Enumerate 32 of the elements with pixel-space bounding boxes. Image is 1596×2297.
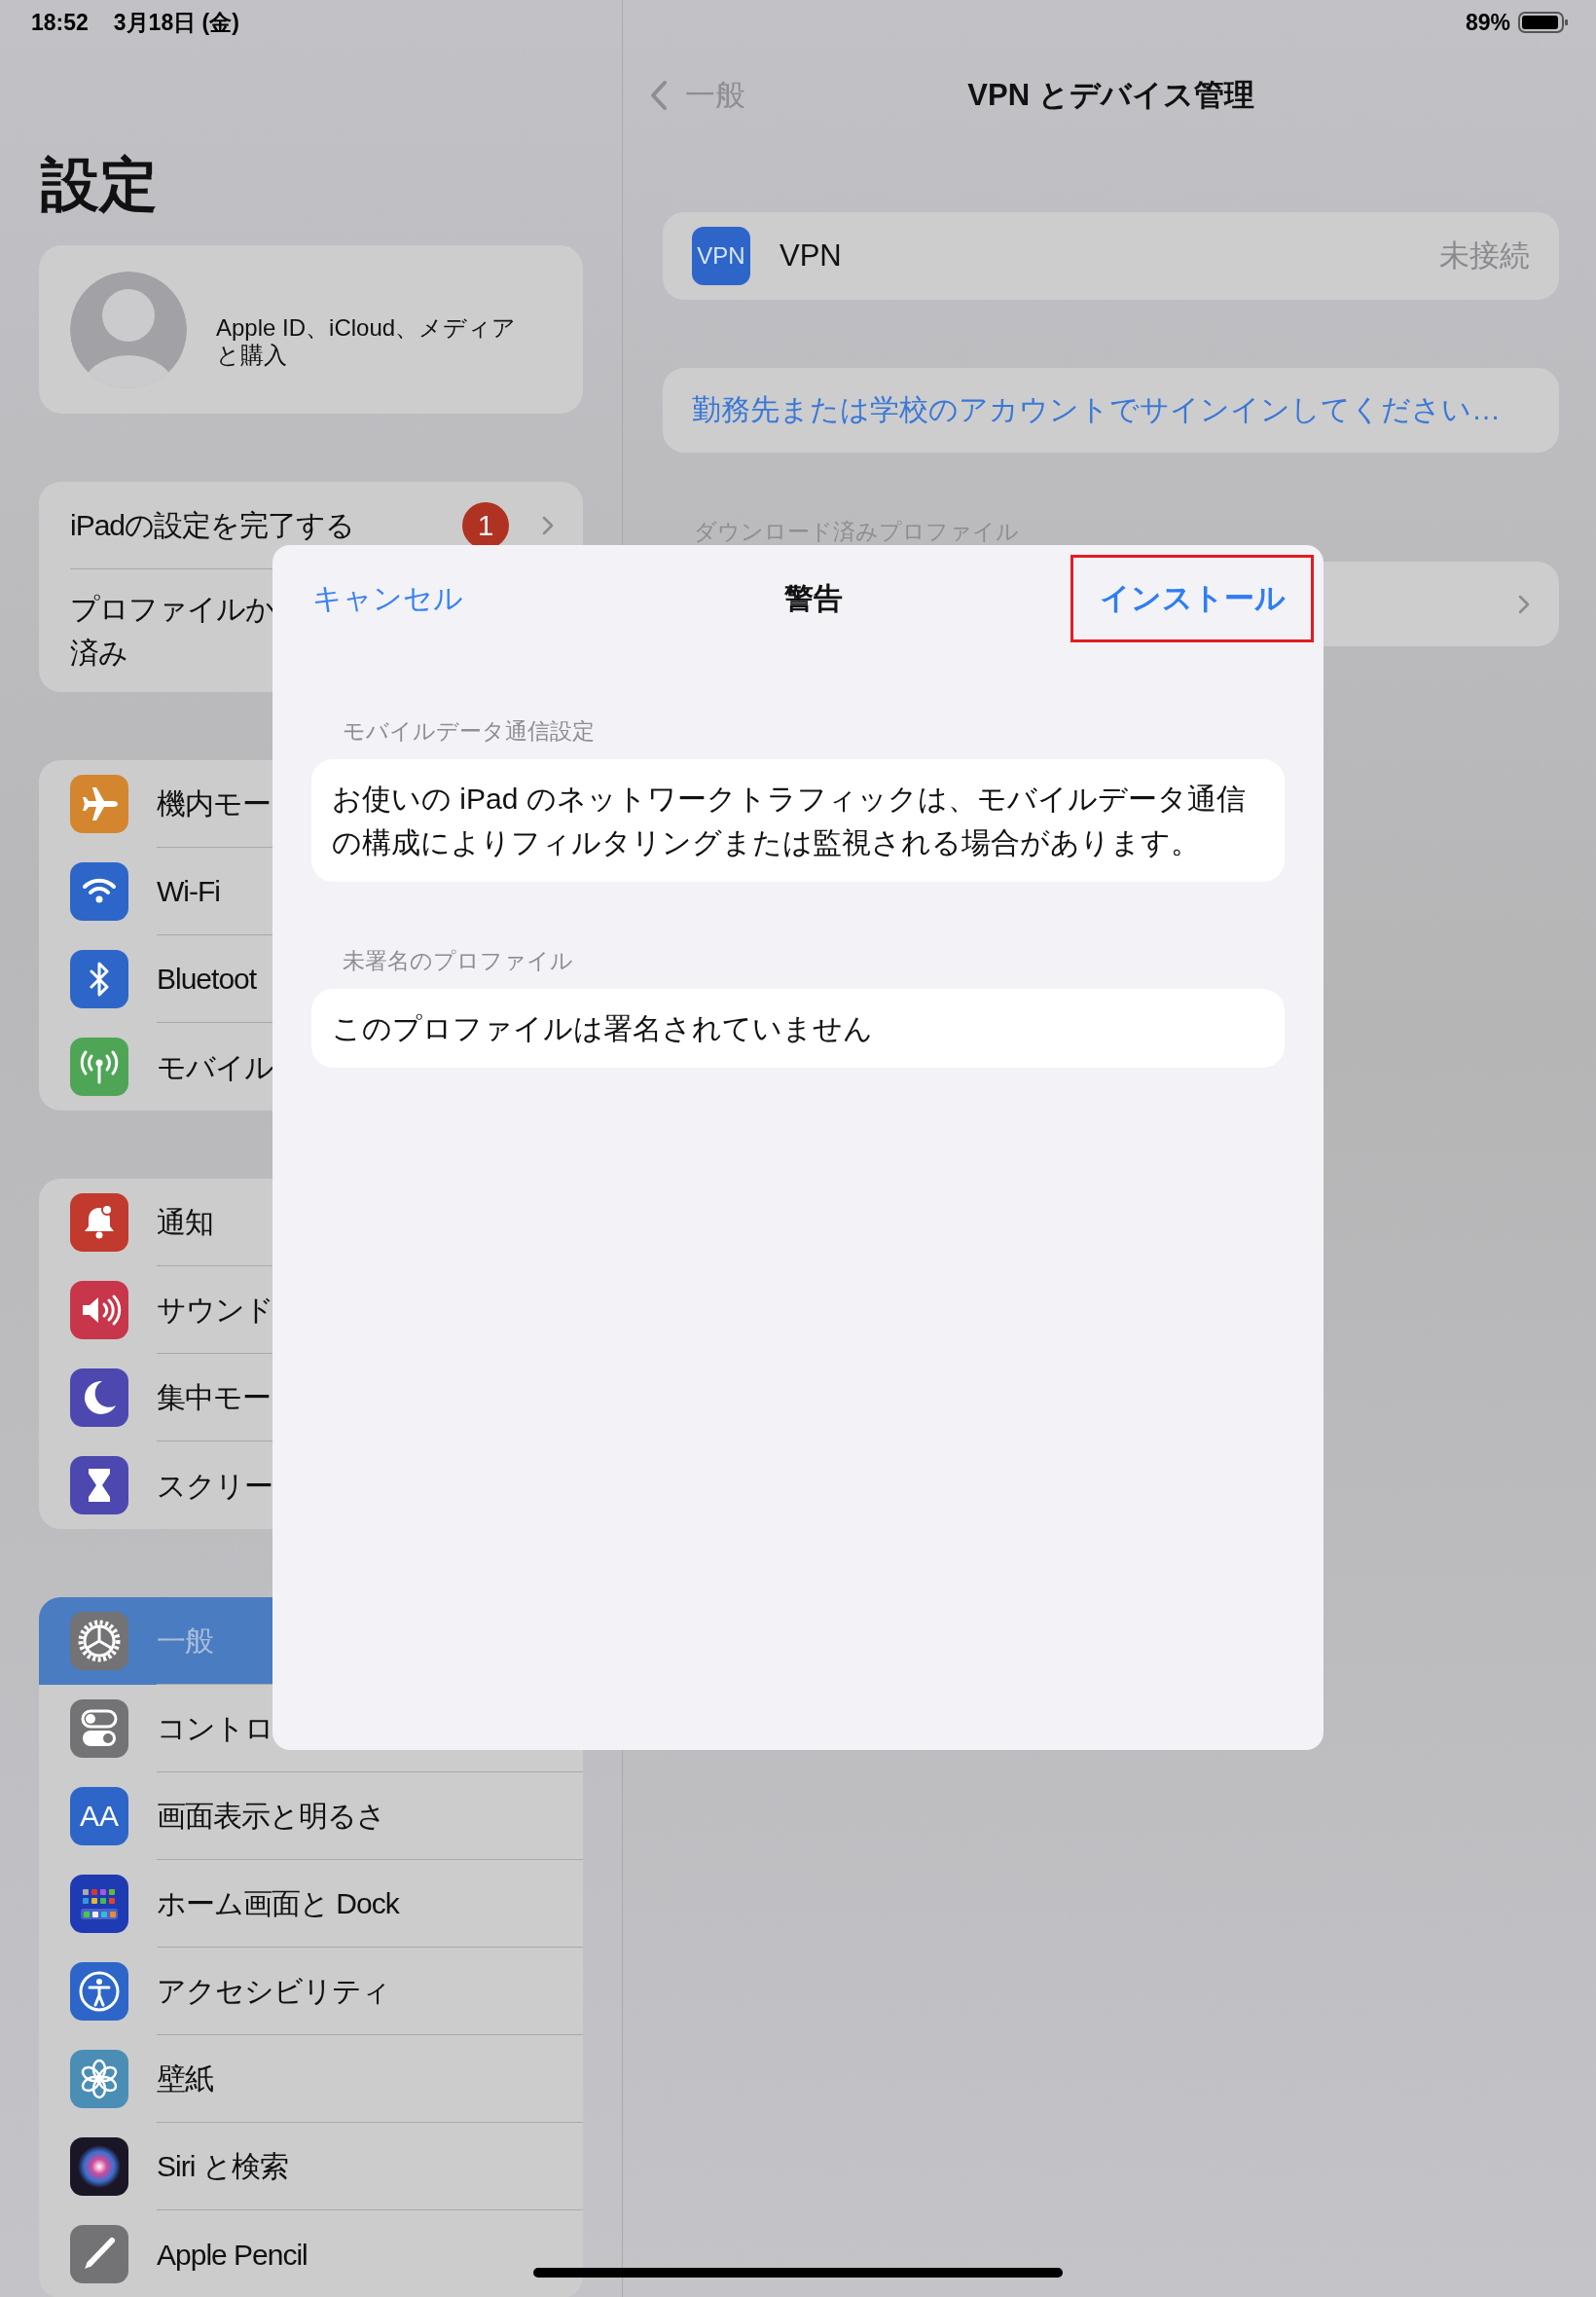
status-time: 18:52	[31, 9, 89, 36]
text-size-logo: AA	[70, 1787, 128, 1845]
row-label: ホーム画面と Dock	[157, 1886, 399, 1921]
row-label: Siri と検索	[157, 2149, 288, 2184]
battery-percent: 89%	[1465, 9, 1510, 36]
sheet-title: 警告	[783, 580, 843, 616]
row-label: アクセシビリティ	[157, 1974, 390, 2009]
row-label: Wi-Fi	[157, 874, 220, 909]
row-label: 機内モー	[157, 786, 271, 821]
warning-text: このプロファイルは署名されていません	[311, 989, 1285, 1068]
row-label: 一般	[157, 1623, 213, 1659]
row-label: 画面表示と明るさ	[157, 1799, 385, 1834]
section-header: 未署名のプロファイル	[343, 947, 574, 975]
row-label: スクリー	[157, 1468, 272, 1504]
row-label: コントロ	[157, 1711, 273, 1746]
row-label: iPadの設定を完了する	[70, 508, 355, 543]
row-label: VPN	[780, 238, 842, 273]
row-label: 通知	[157, 1205, 213, 1240]
row-label: 壁紙	[157, 2061, 213, 2096]
vpn-logo: VPN	[692, 227, 750, 285]
row-label: サウンド	[157, 1293, 273, 1328]
warning-text: お使いの iPad のネットワークトラフィックは、モバイルデータ通信の構成によりフィルタリングまたは監視される場合があります。	[311, 759, 1285, 882]
row-label: Apple Pencil	[157, 2237, 308, 2273]
status-value: 未接続	[1439, 237, 1530, 274]
page-title: 設定	[41, 151, 159, 219]
section-header: モバイルデータ通信設定	[343, 717, 596, 746]
row-label: モバイル	[157, 1049, 273, 1085]
nav-title: VPN とデバイス管理	[967, 77, 1254, 114]
account-label: Apple ID、iCloud、メディアと購入	[216, 313, 518, 369]
row-label: Bluetoot	[157, 962, 257, 997]
status-date: 3月18日 (金)	[113, 8, 239, 37]
row-label: 集中モー	[157, 1380, 271, 1415]
